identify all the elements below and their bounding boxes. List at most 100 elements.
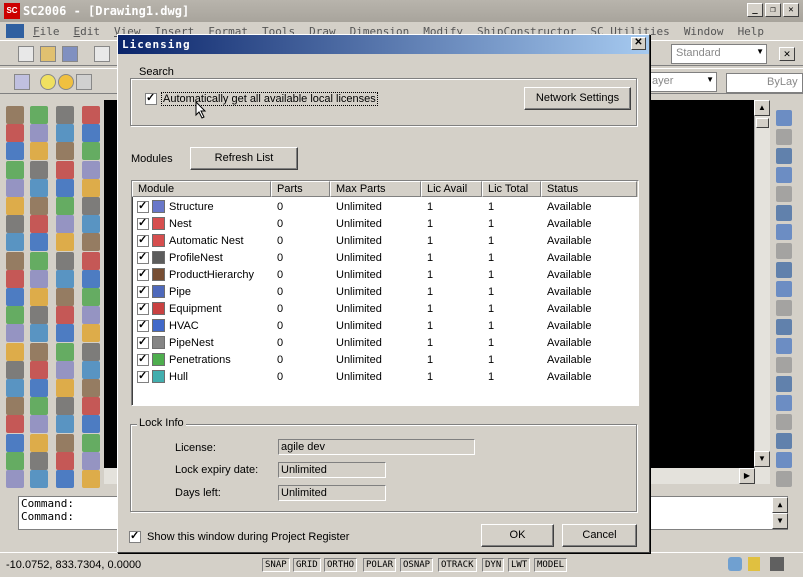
ship-tool-icon[interactable] xyxy=(56,251,74,270)
scroll-thumb[interactable] xyxy=(756,118,769,128)
modify-tool-icon[interactable] xyxy=(776,243,792,259)
utility-tool-icon[interactable] xyxy=(82,106,100,124)
draw-tool-icon[interactable] xyxy=(6,269,24,288)
draw-tool-icon[interactable] xyxy=(6,142,24,161)
print-icon[interactable] xyxy=(94,46,110,62)
module-checkbox[interactable] xyxy=(137,217,149,230)
ship-tool-icon[interactable] xyxy=(56,470,74,488)
modify-tool-icon[interactable] xyxy=(776,205,792,221)
draw-tool-icon[interactable] xyxy=(6,288,24,306)
status-lwt-button[interactable]: LWT xyxy=(508,558,531,572)
modify-tool-icon[interactable] xyxy=(30,451,48,470)
utility-tool-icon[interactable] xyxy=(82,178,100,197)
utility-tool-icon[interactable] xyxy=(82,360,100,379)
module-row[interactable]: Hull 0 Unlimited 1 1 Available xyxy=(132,368,638,385)
module-checkbox[interactable] xyxy=(137,319,149,332)
layer-select[interactable]: ayer ▼ xyxy=(647,72,717,92)
modify-tool-icon[interactable] xyxy=(776,167,792,183)
draw-tool-icon[interactable] xyxy=(6,251,24,270)
utility-tool-icon[interactable] xyxy=(82,470,100,488)
communication-icon[interactable] xyxy=(728,557,742,571)
ship-tool-icon[interactable] xyxy=(56,379,74,397)
modify-tool-icon[interactable] xyxy=(30,397,48,416)
ship-tool-icon[interactable] xyxy=(56,197,74,215)
modify-tool-icon[interactable] xyxy=(776,262,792,278)
network-settings-button[interactable]: Network Settings xyxy=(524,87,631,110)
ship-tool-icon[interactable] xyxy=(56,397,74,416)
modify-tool-icon[interactable] xyxy=(776,148,792,164)
open-icon[interactable] xyxy=(40,46,56,62)
modify-tool-icon[interactable] xyxy=(776,414,792,430)
column-header-parts[interactable]: Parts xyxy=(271,181,330,197)
vertical-scrollbar[interactable]: ▲ ▼ xyxy=(754,100,770,468)
modify-tool-icon[interactable] xyxy=(776,224,792,240)
scroll-up-icon[interactable]: ▲ xyxy=(754,100,770,116)
module-row[interactable]: Equipment 0 Unlimited 1 1 Available xyxy=(132,300,638,317)
ship-tool-icon[interactable] xyxy=(56,142,74,161)
utility-tool-icon[interactable] xyxy=(82,197,100,215)
utility-tool-icon[interactable] xyxy=(82,433,100,452)
modify-tool-icon[interactable] xyxy=(30,306,48,325)
draw-tool-icon[interactable] xyxy=(6,415,24,434)
draw-tool-icon[interactable] xyxy=(6,160,24,179)
lock-toolbar-icon[interactable] xyxy=(748,557,760,571)
module-checkbox[interactable] xyxy=(137,353,149,366)
draw-tool-icon[interactable] xyxy=(6,451,24,470)
refresh-list-button[interactable]: Refresh List xyxy=(190,147,298,170)
ship-tool-icon[interactable] xyxy=(56,215,74,234)
modify-tool-icon[interactable] xyxy=(776,338,792,354)
modify-tool-icon[interactable] xyxy=(30,142,48,161)
restore-button[interactable]: ❐ xyxy=(765,3,781,17)
status-osnap-button[interactable]: OSNAP xyxy=(400,558,434,572)
tray-settings-icon[interactable] xyxy=(770,557,784,571)
modify-tool-icon[interactable] xyxy=(30,233,48,252)
draw-tool-icon[interactable] xyxy=(6,397,24,416)
modify-tool-icon[interactable] xyxy=(776,281,792,297)
modify-tool-icon[interactable] xyxy=(30,251,48,270)
column-header-lic-total[interactable]: Lic Total xyxy=(482,181,541,197)
ship-tool-icon[interactable] xyxy=(56,360,74,379)
utility-tool-icon[interactable] xyxy=(82,269,100,288)
modify-tool-icon[interactable] xyxy=(30,160,48,179)
menu-item-edit[interactable]: Edit xyxy=(67,25,108,38)
ok-button[interactable]: OK xyxy=(481,524,554,547)
modify-tool-icon[interactable] xyxy=(776,433,792,449)
module-checkbox[interactable] xyxy=(137,251,149,264)
module-row[interactable]: Nest 0 Unlimited 1 1 Available xyxy=(132,215,638,232)
show-on-register-option[interactable]: Show this window during Project Register xyxy=(129,529,349,543)
lock-icon[interactable] xyxy=(76,74,92,90)
utility-tool-icon[interactable] xyxy=(82,142,100,161)
draw-tool-icon[interactable] xyxy=(6,379,24,397)
module-checkbox[interactable] xyxy=(137,370,149,383)
module-row[interactable]: ProductHierarchy 0 Unlimited 1 1 Available xyxy=(132,266,638,283)
utility-tool-icon[interactable] xyxy=(82,397,100,416)
dialog-close-button[interactable]: ✕ xyxy=(631,37,646,50)
layers-icon[interactable] xyxy=(14,74,30,90)
modify-tool-icon[interactable] xyxy=(30,415,48,434)
column-header-lic-avail[interactable]: Lic Avail xyxy=(421,181,482,197)
cancel-button[interactable]: Cancel xyxy=(562,524,637,547)
ship-tool-icon[interactable] xyxy=(56,269,74,288)
status-dyn-button[interactable]: DYN xyxy=(482,558,505,572)
modify-tool-icon[interactable] xyxy=(30,342,48,361)
utility-tool-icon[interactable] xyxy=(82,342,100,361)
modify-tool-icon[interactable] xyxy=(776,110,792,126)
module-row[interactable]: Penetrations 0 Unlimited 1 1 Available xyxy=(132,351,638,368)
module-row[interactable]: HVAC 0 Unlimited 1 1 Available xyxy=(132,317,638,334)
modify-tool-icon[interactable] xyxy=(30,178,48,197)
modify-tool-icon[interactable] xyxy=(30,360,48,379)
modify-tool-icon[interactable] xyxy=(30,197,48,215)
module-checkbox[interactable] xyxy=(137,200,149,213)
modify-tool-icon[interactable] xyxy=(30,215,48,234)
draw-tool-icon[interactable] xyxy=(6,470,24,488)
toolbar-close-button[interactable]: ✕ xyxy=(779,47,795,61)
menu-item-file[interactable]: File xyxy=(26,25,67,38)
utility-tool-icon[interactable] xyxy=(82,451,100,470)
modify-tool-icon[interactable] xyxy=(776,357,792,373)
show-on-register-checkbox[interactable] xyxy=(129,529,141,543)
cmd-scroll-up-icon[interactable]: ▲ xyxy=(772,497,788,513)
cmd-scroll-down-icon[interactable]: ▼ xyxy=(772,513,788,529)
close-window-button[interactable]: ✕ xyxy=(783,3,799,17)
ship-tool-icon[interactable] xyxy=(56,433,74,452)
sun-icon[interactable] xyxy=(58,74,74,90)
